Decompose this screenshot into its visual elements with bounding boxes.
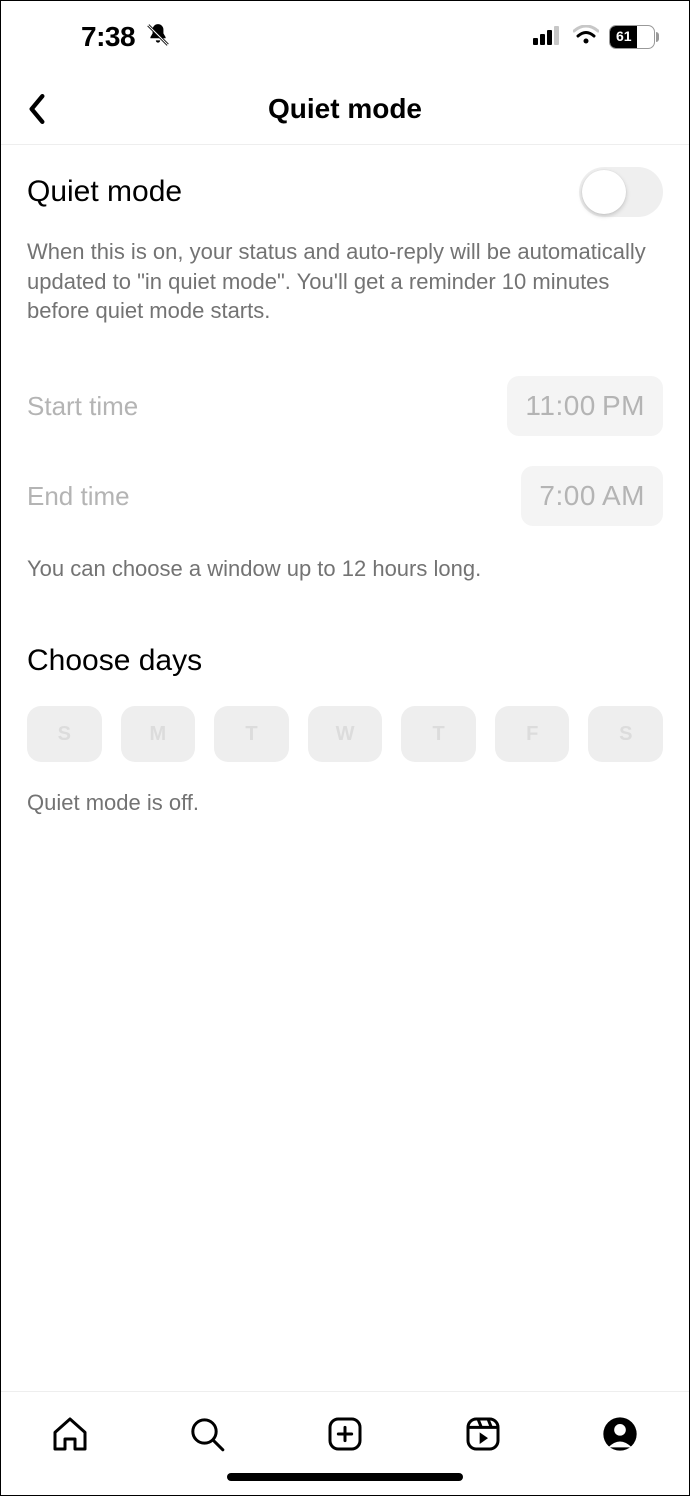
tab-profile[interactable] [596,1410,644,1458]
time-window-helper: You can choose a window up to 12 hours l… [27,556,663,582]
status-bar-right: 61 [533,25,659,50]
start-time-value[interactable]: 11:00 PM [507,376,663,436]
tab-search[interactable] [183,1410,231,1458]
tab-create[interactable] [321,1410,369,1458]
home-indicator[interactable] [227,1473,463,1481]
end-time-row: End time 7:00 AM [27,466,663,526]
plus-square-icon [325,1414,365,1454]
day-chip-sat[interactable]: S [588,706,663,762]
day-chip-thu[interactable]: T [401,706,476,762]
battery-icon: 61 [609,25,659,49]
end-time-value[interactable]: 7:00 AM [521,466,663,526]
tab-reels[interactable] [459,1410,507,1458]
days-row: S M T W T F S [27,706,663,762]
chevron-left-icon [24,94,50,124]
cellular-icon [533,25,563,50]
day-chip-sun[interactable]: S [27,706,102,762]
quiet-mode-label: Quiet mode [27,175,182,209]
silent-icon [145,22,171,53]
quiet-mode-description: When this is on, your status and auto-re… [27,237,663,326]
end-time-label: End time [27,481,130,512]
day-chip-mon[interactable]: M [121,706,196,762]
switch-knob [582,170,626,214]
status-bar: 7:38 61 [1,1,689,73]
start-time-label: Start time [27,391,138,422]
page-title: Quiet mode [1,93,689,125]
status-time: 7:38 [81,21,135,53]
back-button[interactable] [15,87,59,131]
status-bar-left: 7:38 [81,21,171,53]
page-header: Quiet mode [1,73,689,145]
tab-home[interactable] [46,1410,94,1458]
choose-days-title: Choose days [27,644,663,678]
reels-icon [463,1414,503,1454]
quiet-mode-toggle-row: Quiet mode [27,167,663,217]
wifi-icon [573,25,599,50]
quiet-mode-status: Quiet mode is off. [27,790,663,816]
quiet-mode-switch[interactable] [579,167,663,217]
content-area: Quiet mode When this is on, your status … [1,145,689,1391]
start-time-row: Start time 11:00 PM [27,376,663,436]
profile-icon [600,1414,640,1454]
day-chip-wed[interactable]: W [308,706,383,762]
day-chip-fri[interactable]: F [495,706,570,762]
home-icon [50,1414,90,1454]
day-chip-tue[interactable]: T [214,706,289,762]
search-icon [187,1414,227,1454]
